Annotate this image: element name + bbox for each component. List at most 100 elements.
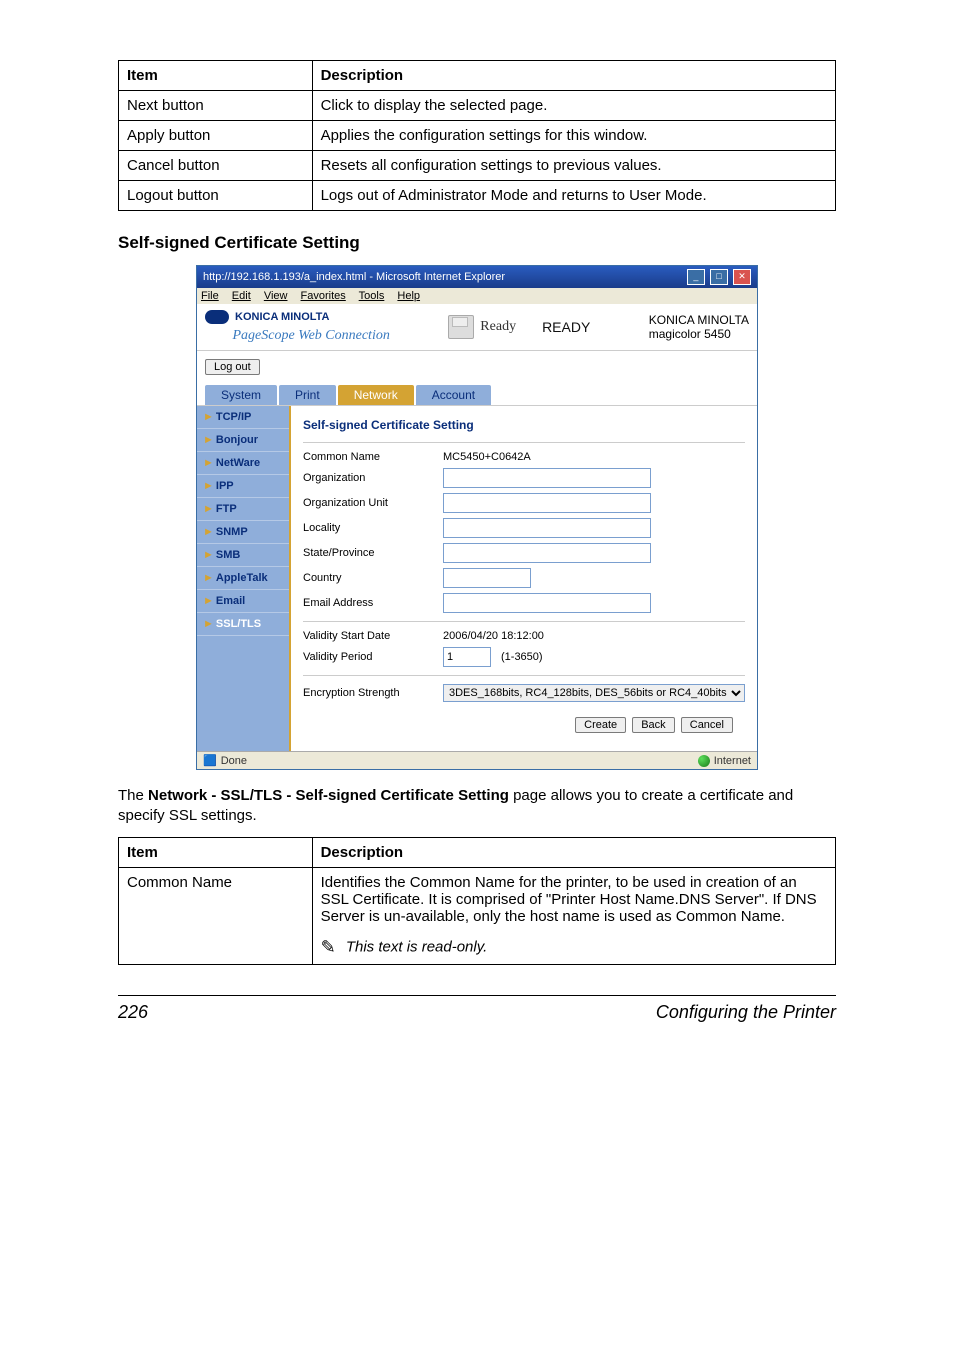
page-number: 226 — [118, 1002, 148, 1023]
sidebar-item-ftp[interactable]: ►FTP — [197, 498, 289, 521]
minimize-icon[interactable]: _ — [687, 269, 705, 285]
close-icon[interactable]: ✕ — [733, 269, 751, 285]
note-icon: ✎ — [321, 937, 336, 957]
sidebar-item-tcpip[interactable]: ►TCP/IP — [197, 406, 289, 429]
email-label: Email Address — [303, 597, 433, 609]
th-desc: Description — [312, 837, 835, 867]
organization-input[interactable] — [443, 468, 651, 488]
status-done: Done — [221, 755, 247, 767]
printer-icon — [448, 315, 474, 339]
internet-icon — [698, 755, 710, 767]
orgunit-input[interactable] — [443, 493, 651, 513]
chevron-right-icon: ► — [203, 480, 214, 492]
chevron-right-icon: ► — [203, 503, 214, 515]
sidebar-item-netware[interactable]: ►NetWare — [197, 452, 289, 475]
menu-view[interactable]: View — [264, 290, 288, 302]
window-title: http://192.168.1.193/a_index.html - Micr… — [203, 271, 505, 283]
create-button[interactable]: Create — [575, 717, 626, 733]
menu-tools[interactable]: Tools — [359, 290, 385, 302]
note-text: This text is read-only. — [346, 938, 487, 955]
main-panel: Self-signed Certificate Setting Common N… — [291, 406, 757, 751]
sidebar-item-snmp[interactable]: ►SNMP — [197, 521, 289, 544]
cancel-button[interactable]: Cancel — [681, 717, 733, 733]
status-area: Ready READY — [448, 315, 590, 339]
done-icon: 🟦 — [203, 754, 217, 767]
chevron-right-icon: ► — [203, 434, 214, 446]
validity-period-range: (1-3650) — [501, 651, 543, 663]
chevron-right-icon: ► — [203, 572, 214, 584]
sidebar-item-ssltls[interactable]: ►SSL/TLS — [197, 613, 289, 636]
state-label: State/Province — [303, 547, 433, 559]
cell-desc: Identifies the Common Name for the print… — [312, 867, 835, 964]
menu-help[interactable]: Help — [397, 290, 420, 302]
sidebar-item-ipp[interactable]: ►IPP — [197, 475, 289, 498]
encryption-label: Encryption Strength — [303, 687, 433, 699]
th-item: Item — [119, 837, 313, 867]
panel-title: Self-signed Certificate Setting — [303, 418, 745, 432]
validity-start-value: 2006/04/20 18:12:00 — [443, 630, 544, 642]
logout-button[interactable]: Log out — [205, 359, 260, 375]
intro-paragraph: The Network - SSL/TLS - Self-signed Cert… — [118, 786, 836, 827]
chevron-right-icon: ► — [203, 526, 214, 538]
item-description-table-1: Item Description Next button Click to di… — [118, 60, 836, 211]
hand-icon — [205, 329, 227, 343]
locality-label: Locality — [303, 522, 433, 534]
cell-item: Common Name — [119, 867, 313, 964]
table-row: Cancel button Resets all configuration s… — [119, 151, 836, 181]
sidebar-item-appletalk[interactable]: ►AppleTalk — [197, 567, 289, 590]
km-logo-icon — [205, 310, 229, 324]
table-row: Next button Click to display the selecte… — [119, 91, 836, 121]
country-label: Country — [303, 572, 433, 584]
maximize-icon[interactable]: □ — [710, 269, 728, 285]
email-input[interactable] — [443, 593, 651, 613]
chevron-right-icon: ► — [203, 457, 214, 469]
menu-file[interactable]: File — [201, 290, 219, 302]
validity-period-label: Validity Period — [303, 651, 433, 663]
country-input[interactable] — [443, 568, 531, 588]
window-titlebar: http://192.168.1.193/a_index.html - Micr… — [197, 266, 757, 288]
page-footer: 226 Configuring the Printer — [118, 995, 836, 1023]
tab-account[interactable]: Account — [416, 385, 491, 405]
table-row: Common Name Identifies the Common Name f… — [119, 867, 836, 964]
table-row: Apply button Applies the configuration s… — [119, 121, 836, 151]
back-button[interactable]: Back — [632, 717, 674, 733]
footer-title: Configuring the Printer — [656, 1002, 836, 1023]
state-input[interactable] — [443, 543, 651, 563]
locality-input[interactable] — [443, 518, 651, 538]
device-info: KONICA MINOLTA magicolor 5450 — [649, 313, 749, 341]
chevron-right-icon: ► — [203, 618, 214, 630]
km-brand: KONICA MINOLTA — [235, 311, 330, 323]
table-row: Logout button Logs out of Administrator … — [119, 181, 836, 211]
th-item: Item — [119, 61, 313, 91]
menu-favorites[interactable]: Favorites — [301, 290, 346, 302]
chevron-right-icon: ► — [203, 411, 214, 423]
organization-label: Organization — [303, 472, 433, 484]
validity-period-input[interactable] — [443, 647, 491, 667]
tab-print[interactable]: Print — [279, 385, 336, 405]
chevron-right-icon: ► — [203, 549, 214, 561]
common-name-label: Common Name — [303, 451, 433, 463]
section-heading: Self-signed Certificate Setting — [118, 233, 836, 253]
status-bar: 🟦 Done Internet — [197, 751, 757, 769]
sidebar-item-bonjour[interactable]: ►Bonjour — [197, 429, 289, 452]
th-desc: Description — [312, 61, 835, 91]
sidebar: ►TCP/IP ►Bonjour ►NetWare ►IPP ►FTP ►SNM… — [197, 406, 291, 751]
window-buttons: _ □ ✕ — [685, 269, 751, 285]
chevron-right-icon: ► — [203, 595, 214, 607]
tab-system[interactable]: System — [205, 385, 277, 405]
menu-edit[interactable]: Edit — [232, 290, 251, 302]
sidebar-item-smb[interactable]: ►SMB — [197, 544, 289, 567]
item-description-table-2: Item Description Common Name Identifies … — [118, 837, 836, 965]
orgunit-label: Organization Unit — [303, 497, 433, 509]
tab-bar: System Print Network Account — [197, 385, 757, 405]
status-zone: Internet — [714, 755, 751, 767]
encryption-select[interactable]: 3DES_168bits, RC4_128bits, DES_56bits or… — [443, 684, 745, 702]
menu-bar: File Edit View Favorites Tools Help — [197, 288, 757, 304]
logo-area: KONICA MINOLTA PageScope Web Connection — [205, 310, 390, 344]
common-name-value: MC5450+C0642A — [443, 451, 531, 463]
browser-screenshot: http://192.168.1.193/a_index.html - Micr… — [196, 265, 758, 770]
validity-start-label: Validity Start Date — [303, 630, 433, 642]
tab-network[interactable]: Network — [338, 385, 414, 405]
sidebar-item-email[interactable]: ►Email — [197, 590, 289, 613]
pagescope-label: PageScope Web Connection — [205, 328, 390, 344]
